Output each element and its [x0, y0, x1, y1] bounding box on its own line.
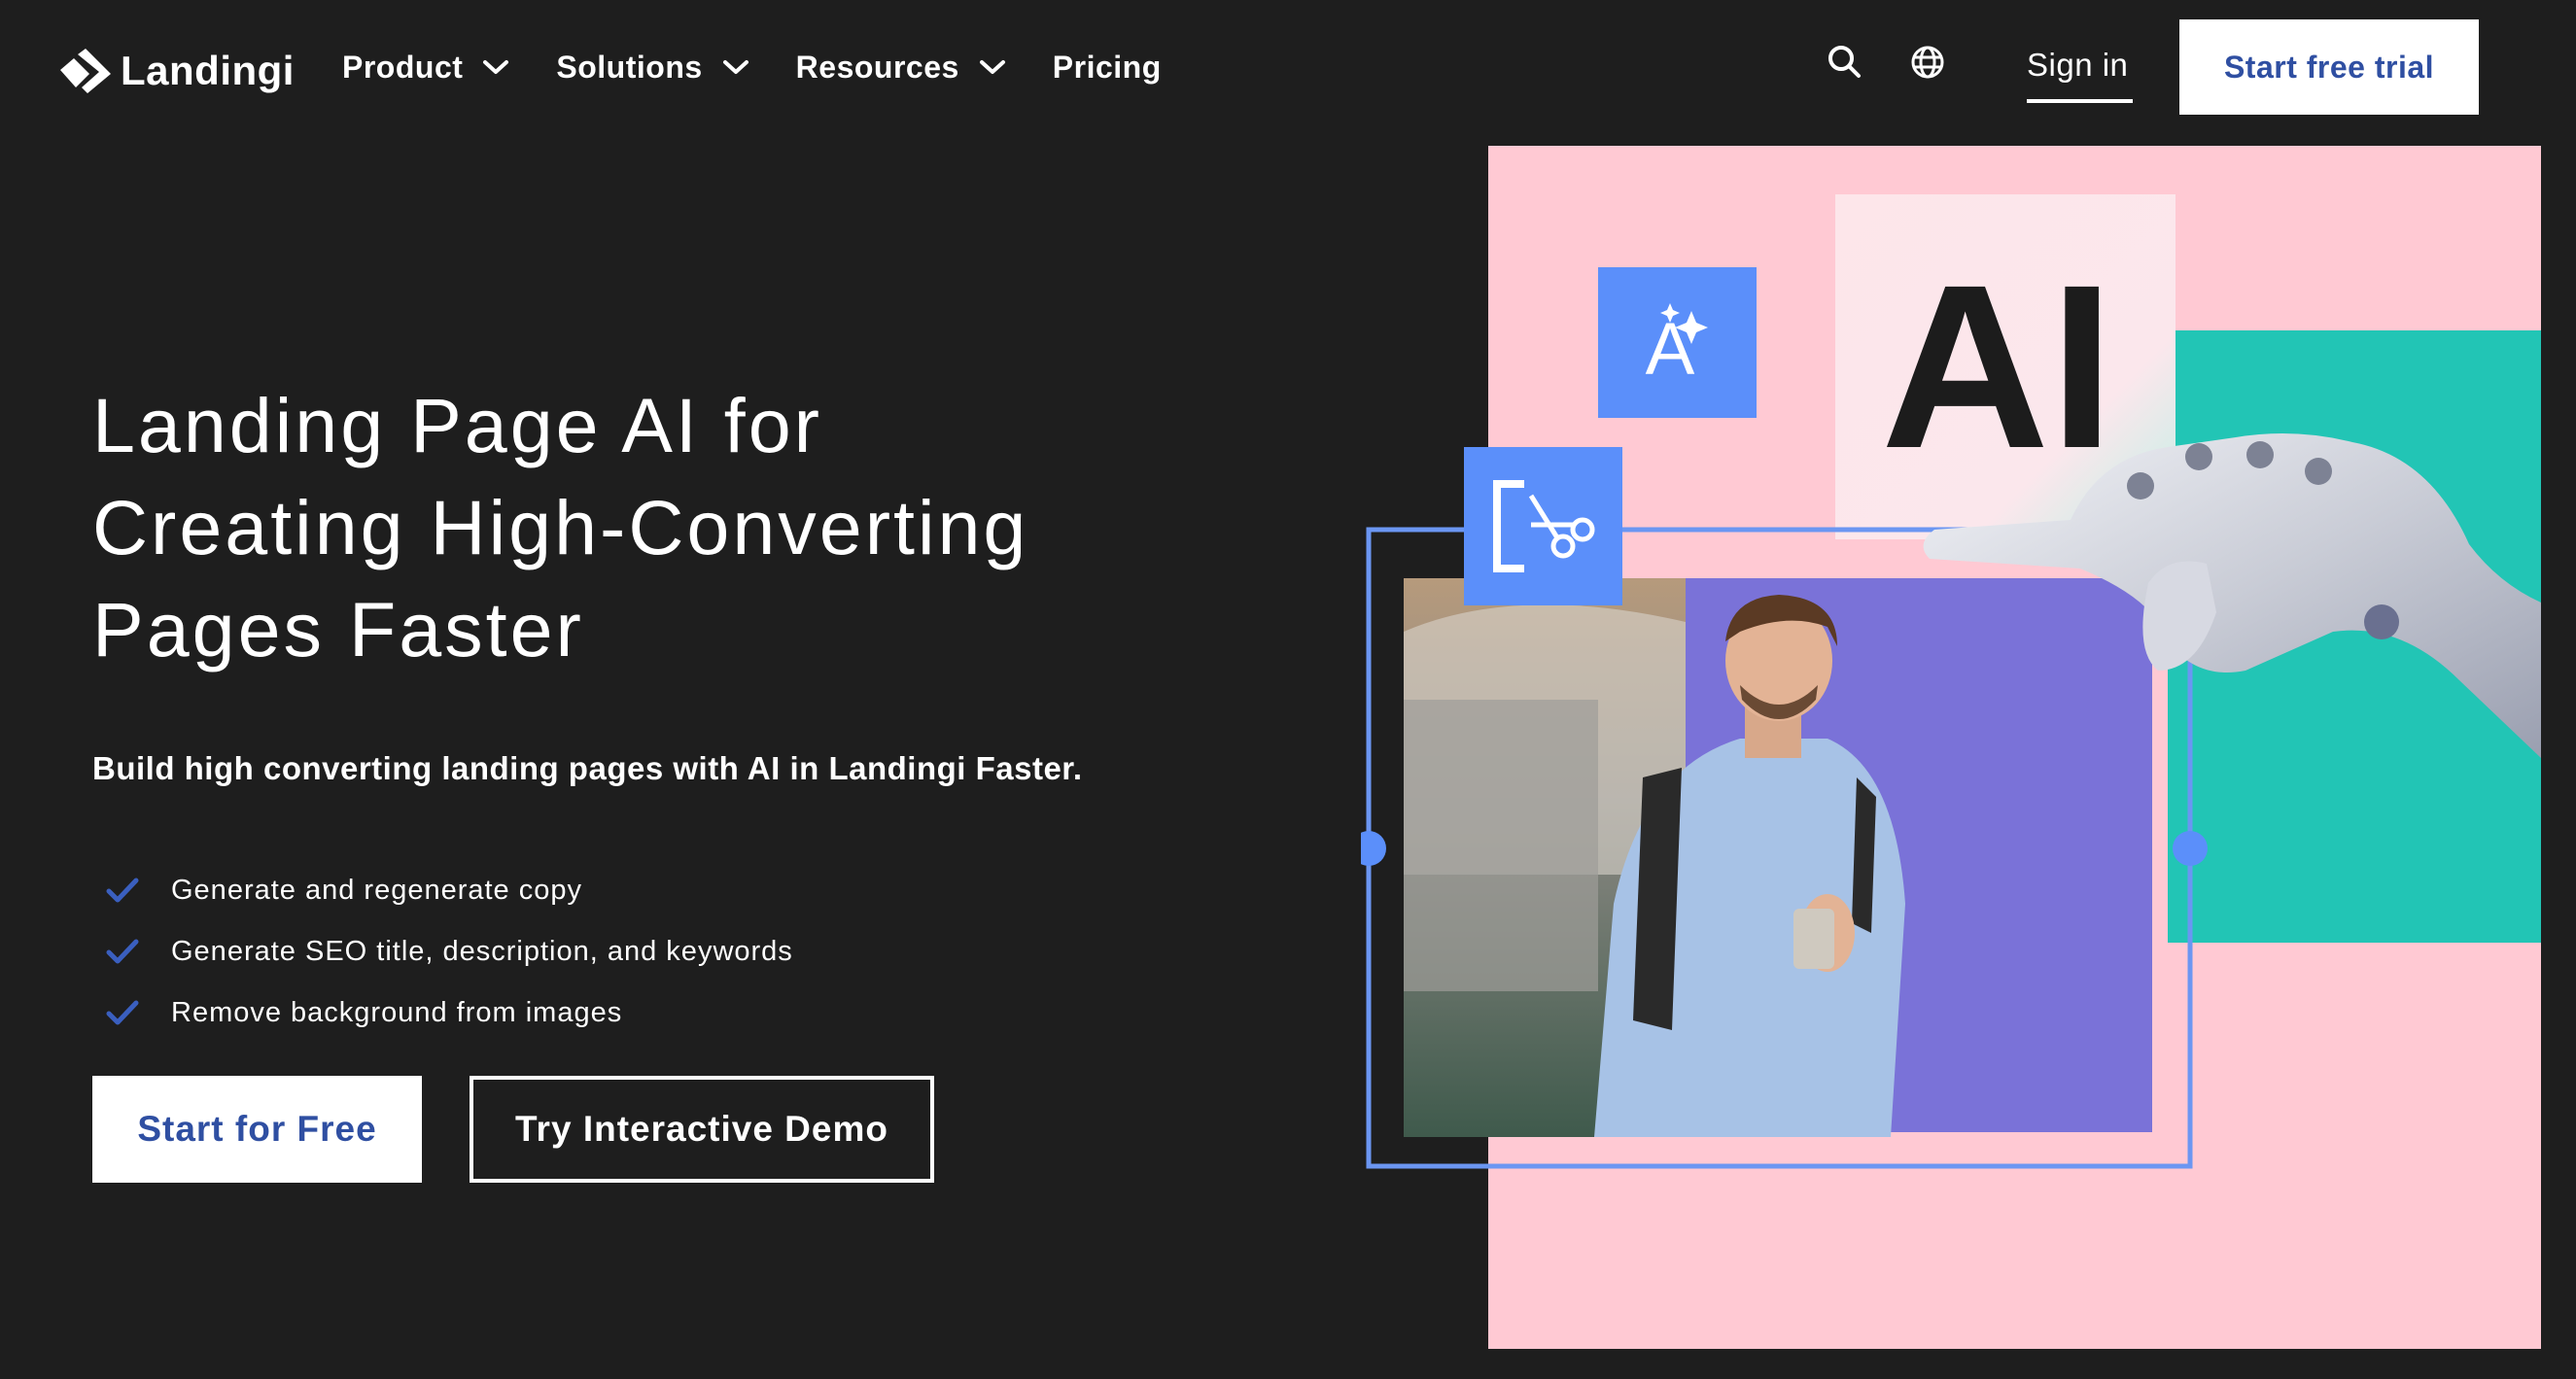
checkmark-icon: [106, 878, 139, 902]
chevron-down-icon: [979, 60, 1005, 74]
nav-item-product[interactable]: Product: [342, 43, 509, 91]
main-menu: Product Solutions Resources Pricing: [342, 43, 1208, 91]
sign-in-underline: [2027, 99, 2133, 103]
brand-logo[interactable]: Landingi: [60, 47, 295, 95]
ai-label: AI: [1881, 236, 2114, 497]
frame-handle-right: [2173, 831, 2208, 866]
start-for-free-button[interactable]: Start for Free: [92, 1076, 422, 1183]
headline-line: Creating High-Converting: [92, 484, 1029, 570]
nav-item-label: Pricing: [1052, 49, 1162, 85]
start-free-trial-button[interactable]: Start free trial: [2179, 19, 2479, 115]
feature-item: Generate and regenerate copy: [105, 860, 793, 921]
frame-handle-left: [1361, 831, 1386, 866]
search-icon[interactable]: [1826, 43, 1864, 82]
feature-item: Generate SEO title, description, and key…: [105, 921, 793, 983]
checkmark-icon: [106, 939, 139, 963]
hero-illustration: AI A: [1361, 146, 2541, 1349]
headline-line: Pages Faster: [92, 586, 584, 672]
nav-item-resources[interactable]: Resources: [796, 43, 1006, 91]
nav-item-label: Resources: [795, 49, 959, 85]
nav-item-label: Solutions: [556, 49, 703, 85]
hero-subheadline: Build high converting landing pages with…: [92, 750, 1083, 786]
globe-icon[interactable]: [1908, 43, 1947, 82]
hero-headline: Landing Page AI for Creating High-Conver…: [92, 374, 1259, 680]
feature-text: Generate SEO title, description, and key…: [171, 936, 793, 967]
sign-in-link[interactable]: Sign in: [2027, 47, 2128, 84]
feature-text: Remove background from images: [171, 997, 623, 1028]
chevron-down-icon: [483, 60, 509, 74]
feature-text: Generate and regenerate copy: [171, 875, 582, 906]
chevron-down-icon: [722, 60, 748, 74]
feature-item: Remove background from images: [105, 983, 793, 1044]
brand-name: Landingi: [121, 48, 295, 93]
try-interactive-demo-button[interactable]: Try Interactive Demo: [470, 1076, 934, 1183]
nav-item-solutions[interactable]: Solutions: [556, 43, 748, 91]
feature-list: Generate and regenerate copy Generate SE…: [105, 860, 793, 1044]
headline-line: Landing Page AI for: [92, 382, 822, 468]
nav-item-pricing[interactable]: Pricing: [1053, 43, 1162, 91]
landingi-logo-icon: [60, 49, 111, 93]
top-navigation: Landingi Product Solutions Resources Pri…: [0, 0, 2576, 136]
nav-item-label: Product: [342, 49, 464, 85]
checkmark-icon: [106, 1000, 139, 1024]
